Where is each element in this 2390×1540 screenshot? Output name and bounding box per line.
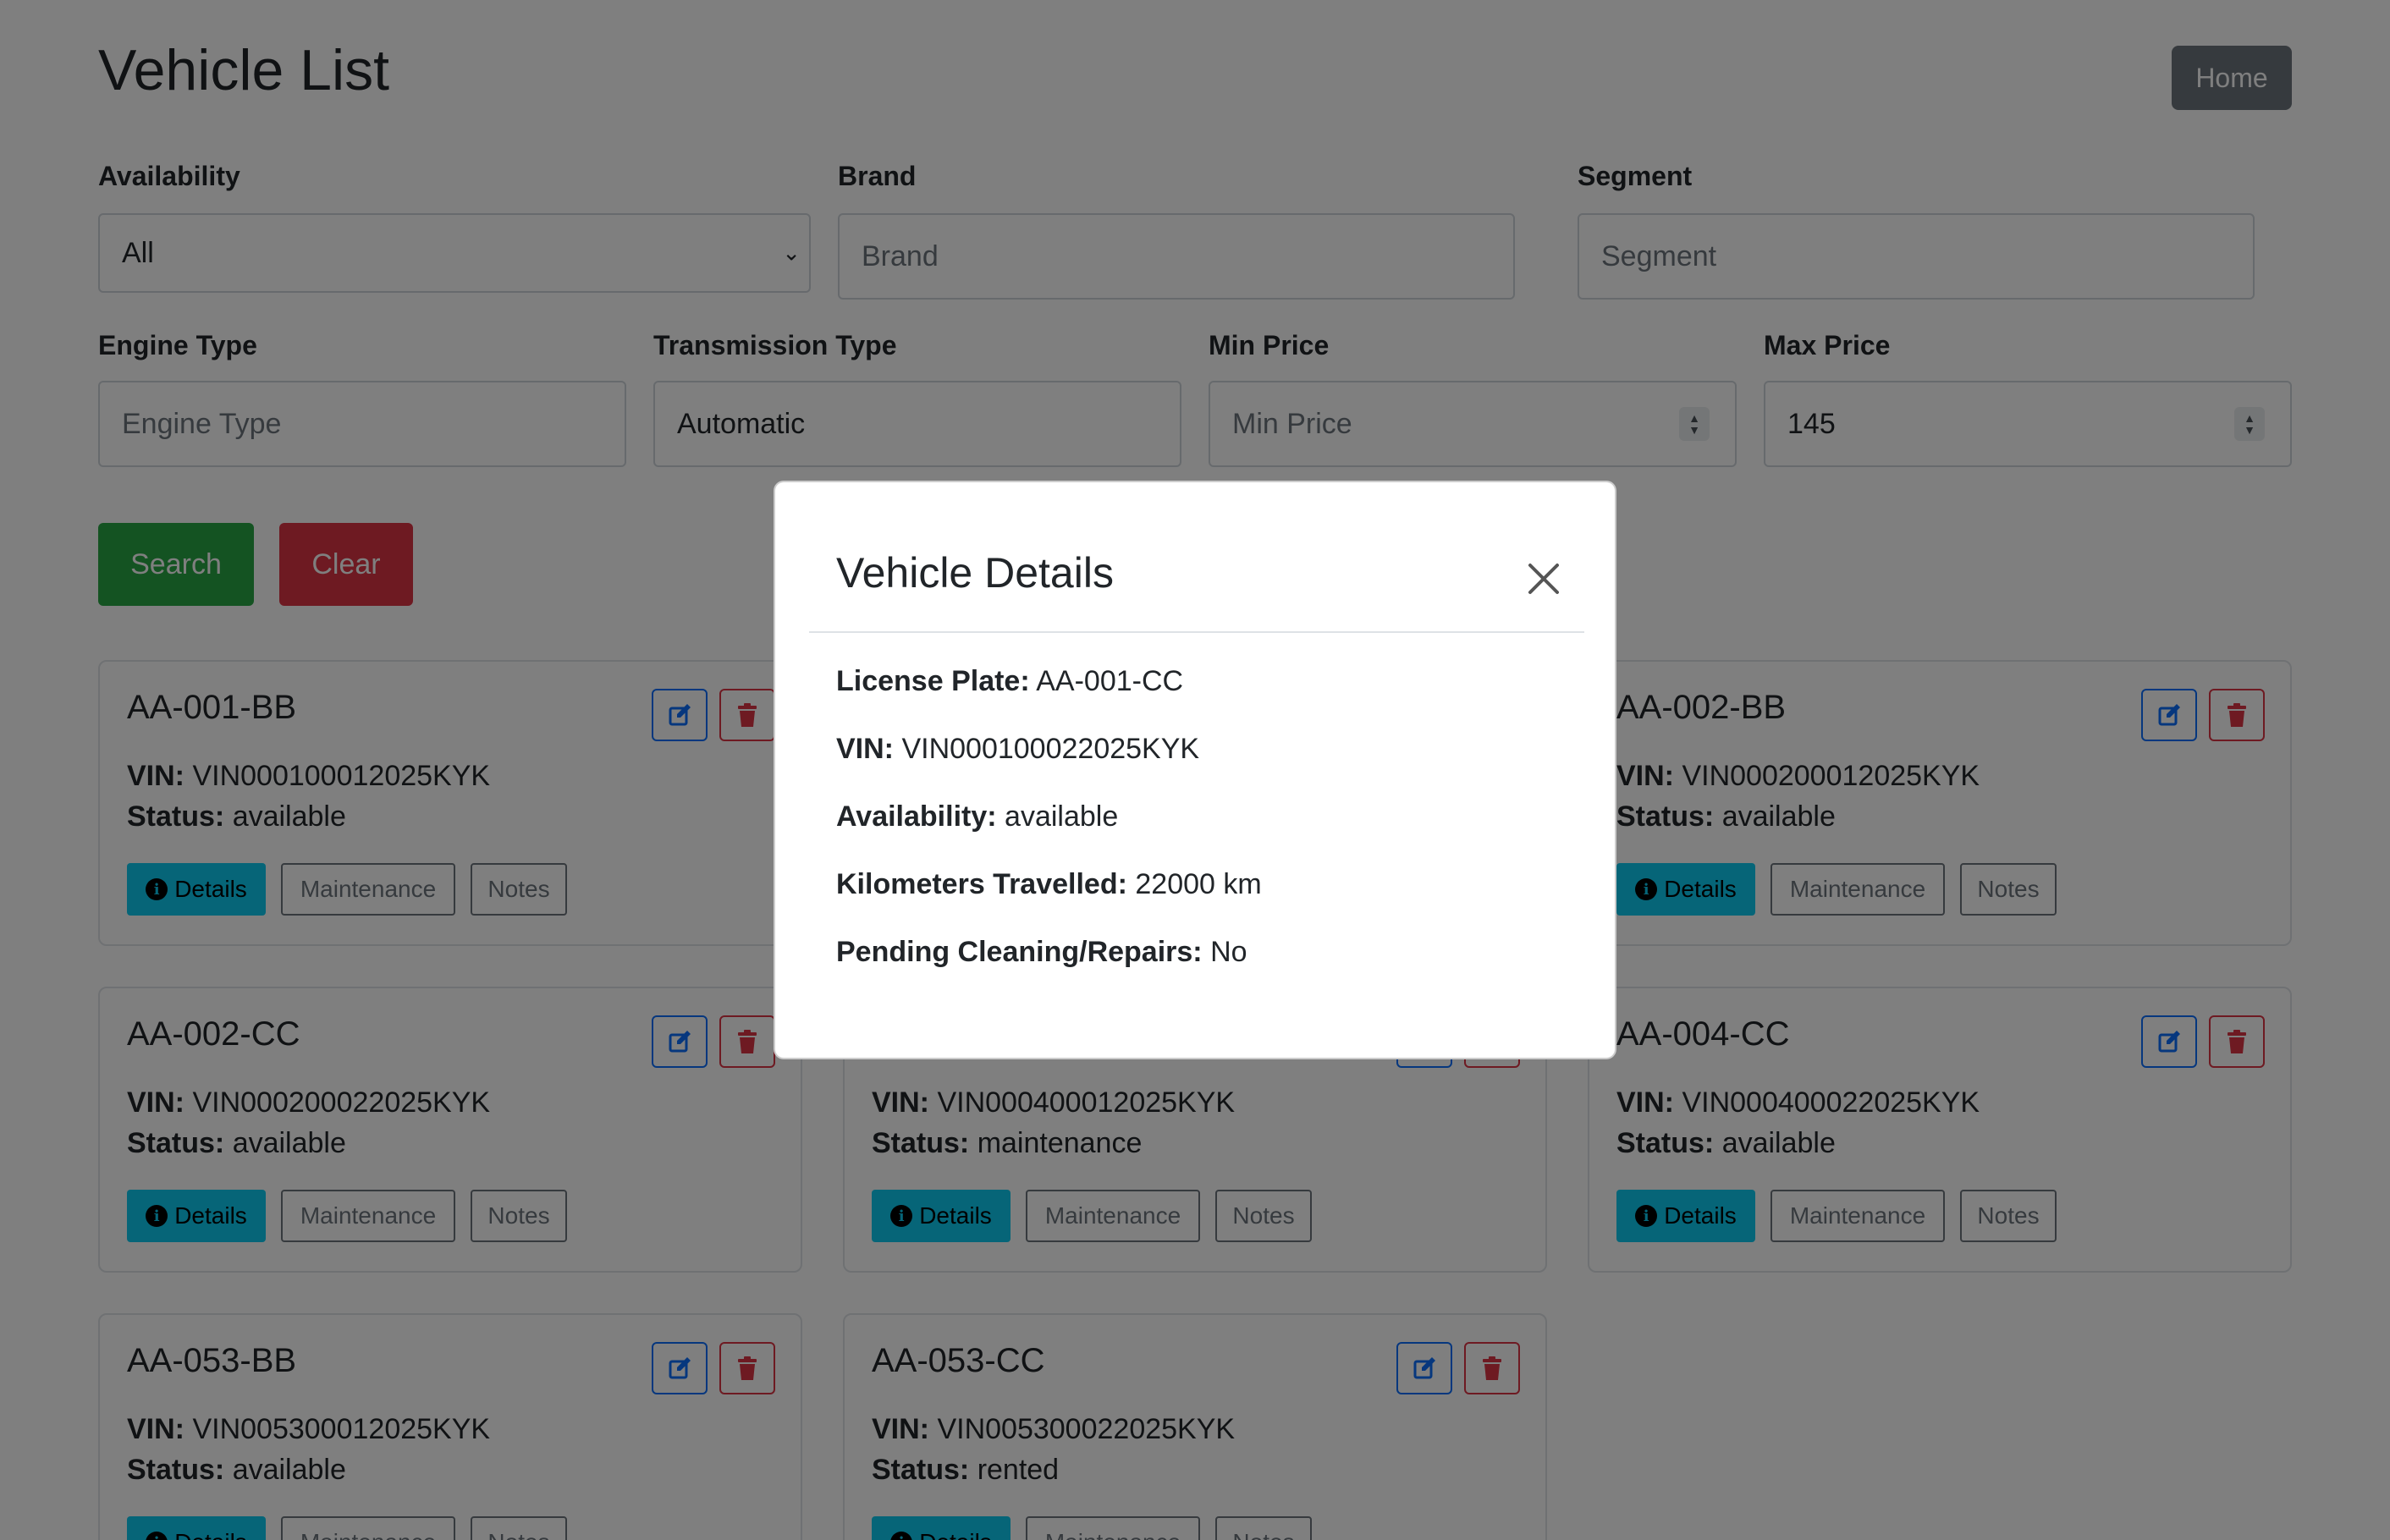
close-icon[interactable] [1518, 553, 1569, 604]
vehicle-details-modal: Vehicle Details License Plate: AA-001-CC… [774, 481, 1616, 1059]
modal-divider [809, 631, 1584, 633]
modal-row-vin: VIN: VIN000100022025KYK [836, 733, 1200, 765]
modal-row-availability: Availability: available [836, 800, 1119, 833]
modal-row-kilometers: Kilometers Travelled: 22000 km [836, 868, 1262, 900]
modal-row-license-plate: License Plate: AA-001-CC [836, 665, 1184, 697]
modal-row-pending: Pending Cleaning/Repairs: No [836, 936, 1247, 968]
modal-title: Vehicle Details [836, 549, 1114, 597]
vehicle-list-page: Vehicle List Home Availability All ⌄ Bra… [0, 0, 2390, 1540]
